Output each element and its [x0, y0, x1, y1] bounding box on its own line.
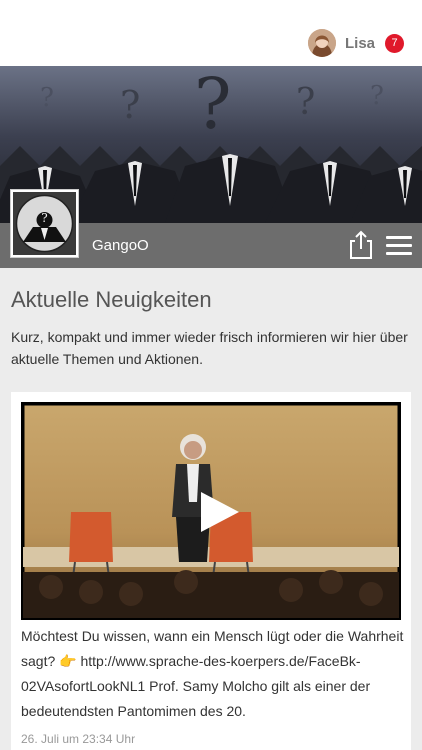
- page-logo[interactable]: ?: [10, 189, 79, 258]
- post-card[interactable]: Möchtest Du wissen, wann ein Mensch lügt…: [11, 392, 411, 750]
- notification-badge[interactable]: 7: [385, 33, 404, 53]
- svg-text:?: ?: [41, 211, 47, 225]
- hamburger-menu-icon[interactable]: [386, 236, 412, 256]
- section-intro: Kurz, kompakt und immer wieder frisch in…: [11, 329, 408, 367]
- svg-text:?: ?: [40, 83, 54, 113]
- user-avatar[interactable]: [307, 29, 336, 57]
- svg-text:?: ?: [370, 81, 384, 111]
- page-name[interactable]: GangoO: [92, 237, 149, 254]
- user-menu[interactable]: Lisa 7: [307, 29, 404, 57]
- post-timestamp: 26. Juli um 23:34 Uhr: [21, 732, 136, 746]
- share-icon: [350, 230, 372, 259]
- svg-text:?: ?: [194, 66, 232, 145]
- svg-text:?: ?: [120, 83, 140, 127]
- post-text: Möchtest Du wissen, wann ein Mensch lügt…: [21, 628, 404, 719]
- content-area: Aktuelle Neuigkeiten Kurz, kompakt und i…: [0, 268, 422, 750]
- svg-text:?: ?: [296, 82, 315, 123]
- share-button[interactable]: [346, 229, 376, 261]
- user-name[interactable]: Lisa: [345, 35, 375, 52]
- section-title: Aktuelle Neuigkeiten: [11, 287, 212, 312]
- top-bar: Lisa 7: [0, 0, 422, 66]
- video-thumbnail[interactable]: [21, 402, 401, 620]
